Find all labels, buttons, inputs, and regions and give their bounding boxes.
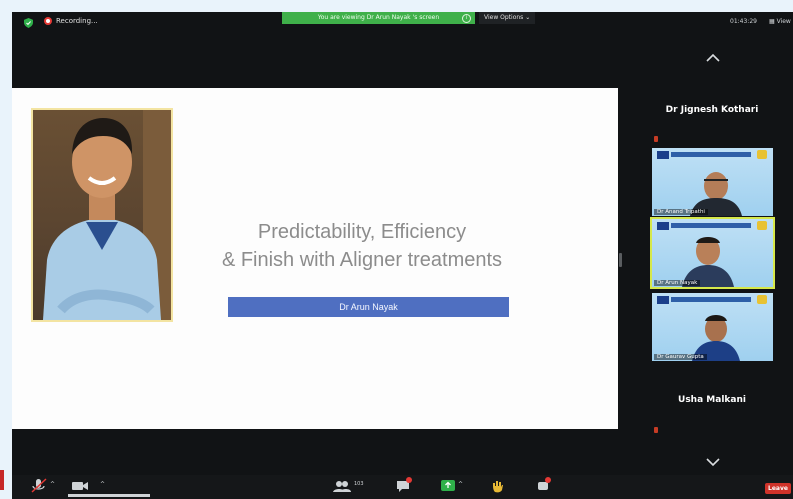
zoom-window: Recording... You are viewing Dr Arun Nay… xyxy=(12,12,793,499)
top-bar: Recording... You are viewing Dr Arun Nay… xyxy=(12,12,793,34)
meeting-clock: 01:43:29 xyxy=(730,18,757,25)
raise-hand-icon xyxy=(493,481,503,493)
left-edge-marker xyxy=(0,470,4,490)
video-tile-1[interactable]: Dr Anand Tripathi xyxy=(652,148,773,216)
participant-name-top[interactable]: Dr Jignesh Kothari xyxy=(637,105,787,115)
camera-icon xyxy=(72,482,88,490)
participants-count: 103 xyxy=(354,481,364,487)
muted-mic-icon xyxy=(654,427,658,433)
shared-screen[interactable]: Predictability, Efficiency & Finish with… xyxy=(12,88,618,429)
apps-button[interactable] xyxy=(536,477,552,497)
reactions-button[interactable] xyxy=(490,478,506,497)
participants-icon xyxy=(333,481,351,492)
participant-video xyxy=(692,315,740,361)
share-screen-icon xyxy=(441,480,455,491)
audio-options-caret[interactable]: ^ xyxy=(50,481,55,488)
apps-badge xyxy=(545,477,551,483)
view-options-button[interactable]: View Options ⌄ xyxy=(479,12,536,24)
page-left-edge xyxy=(0,12,12,499)
recording-icon xyxy=(44,17,52,25)
participant-name-bottom[interactable]: Usha Malkani xyxy=(637,395,787,405)
presenter-name-bar: Dr Arun Nayak xyxy=(228,297,509,317)
tile-caption: Dr Anand Tripathi xyxy=(654,209,708,215)
chevron-down-icon[interactable] xyxy=(706,457,720,467)
video-options-caret[interactable]: ^ xyxy=(100,481,105,488)
viewing-screen-banner: You are viewing Dr Arun Nayak 's screen … xyxy=(282,12,475,24)
slide-title: Predictability, Efficiency & Finish with… xyxy=(182,218,542,274)
shield-icon[interactable] xyxy=(24,18,33,28)
presenter-portrait xyxy=(43,110,171,320)
chat-badge xyxy=(406,477,412,483)
tile-caption: Dr Arun Nayak xyxy=(654,280,701,286)
slide-title-line-1: Predictability, Efficiency xyxy=(257,221,467,243)
recording-label: Recording... xyxy=(56,17,98,25)
tile-caption: Dr Gaurav Gupta xyxy=(654,354,707,360)
slide-title-line-2: & Finish with Aligner treatments xyxy=(221,249,503,271)
microphone-muted-icon xyxy=(31,478,47,493)
view-button[interactable]: ▦ View xyxy=(769,18,791,25)
leave-button[interactable]: Leave xyxy=(765,483,791,494)
video-label-bar xyxy=(68,494,150,497)
recording-indicator[interactable]: Recording... xyxy=(44,17,98,25)
participant-video xyxy=(682,237,734,287)
share-options-caret[interactable]: ^ xyxy=(458,481,463,488)
video-tile-2[interactable]: Dr Arun Nayak xyxy=(650,217,775,289)
video-tile-3[interactable]: Dr Gaurav Gupta xyxy=(652,293,773,361)
mute-button[interactable] xyxy=(30,478,48,498)
chevron-up-icon[interactable] xyxy=(706,53,720,63)
view-button-label: View xyxy=(776,18,791,25)
presenter-photo xyxy=(31,108,173,322)
chat-button[interactable] xyxy=(396,477,412,497)
splitter-handle[interactable] xyxy=(619,253,622,267)
viewing-banner-text: You are viewing Dr Arun Nayak 's screen xyxy=(317,14,440,21)
participant-video xyxy=(690,172,742,216)
participants-button[interactable]: 103 xyxy=(332,478,364,497)
share-screen-button[interactable] xyxy=(440,478,456,497)
info-icon[interactable]: i xyxy=(462,14,471,23)
muted-mic-icon xyxy=(654,136,658,142)
grid-icon: ▦ xyxy=(769,18,775,25)
meeting-toolbar: ^ ^ 103 ^ Leave xyxy=(12,475,793,499)
